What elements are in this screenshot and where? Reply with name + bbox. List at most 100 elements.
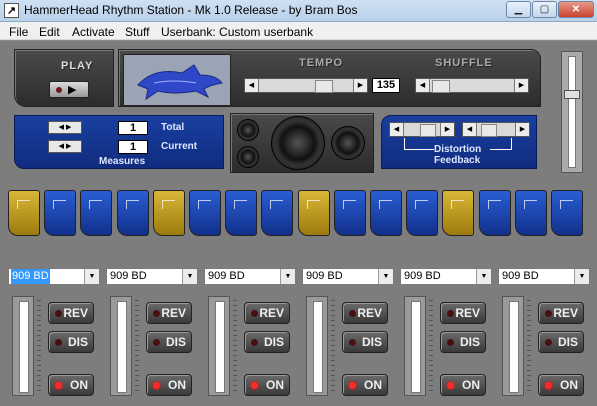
total-value[interactable]: 1 bbox=[118, 121, 148, 135]
dis-button[interactable]: DIS bbox=[538, 331, 584, 353]
step-pad[interactable] bbox=[370, 190, 402, 236]
rev-button[interactable]: REV bbox=[146, 302, 192, 324]
on-button[interactable]: ON bbox=[146, 374, 192, 396]
step-pad[interactable] bbox=[442, 190, 475, 236]
rev-button[interactable]: REV bbox=[440, 302, 486, 324]
menu-userbank[interactable]: Userbank: Custom userbank bbox=[161, 25, 313, 39]
sample-select[interactable]: 909 BD ▼ bbox=[8, 268, 100, 285]
distortion-left-icon[interactable]: ◀ bbox=[390, 123, 404, 136]
channel-volume-fader[interactable] bbox=[502, 296, 524, 396]
chevron-down-icon[interactable]: ▼ bbox=[182, 269, 197, 284]
channel-volume-fader[interactable] bbox=[110, 296, 132, 396]
pad-mark-icon bbox=[560, 200, 573, 209]
master-fader-thumb[interactable] bbox=[564, 90, 580, 99]
channel-volume-fader[interactable] bbox=[12, 296, 34, 396]
step-pad[interactable] bbox=[44, 190, 77, 236]
rev-button[interactable]: REV bbox=[48, 302, 94, 324]
step-pad[interactable] bbox=[8, 190, 40, 236]
dis-button[interactable]: DIS bbox=[48, 331, 94, 353]
play-button[interactable]: ▶ bbox=[49, 81, 89, 98]
step-pad[interactable] bbox=[189, 190, 221, 236]
hammerhead-app-icon[interactable]: ↗ bbox=[4, 3, 19, 18]
channel-volume-fader[interactable] bbox=[306, 296, 328, 396]
menu-file[interactable]: File bbox=[9, 25, 28, 39]
menu-stuff[interactable]: Stuff bbox=[125, 25, 149, 39]
minimize-icon[interactable]: ▁ bbox=[506, 1, 531, 18]
fader-track bbox=[117, 301, 127, 393]
sample-select[interactable]: 909 BD ▼ bbox=[400, 268, 492, 285]
feedback-left-icon[interactable]: ◀ bbox=[463, 123, 477, 136]
maximize-icon[interactable]: ▢ bbox=[532, 1, 557, 18]
rev-button[interactable]: REV bbox=[342, 302, 388, 324]
current-value[interactable]: 1 bbox=[118, 140, 148, 154]
chevron-down-icon[interactable]: ▼ bbox=[476, 269, 491, 284]
menu-edit[interactable]: Edit bbox=[39, 25, 60, 39]
shuffle-slider[interactable]: ◀ ▶ bbox=[415, 78, 529, 93]
close-icon[interactable]: ✕ bbox=[558, 1, 594, 18]
rev-led-icon bbox=[545, 310, 552, 317]
pad-mark-icon bbox=[161, 200, 175, 209]
master-volume-fader[interactable] bbox=[561, 51, 583, 173]
total-stepper[interactable]: ◀ ▶ bbox=[48, 121, 82, 134]
tempo-right-icon[interactable]: ▶ bbox=[353, 79, 367, 92]
distortion-slider[interactable]: ◀ ▶ bbox=[389, 122, 455, 137]
step-pad[interactable] bbox=[406, 190, 439, 236]
chevron-down-icon[interactable]: ▼ bbox=[574, 269, 589, 284]
distortion-right-icon[interactable]: ▶ bbox=[440, 123, 454, 136]
sample-select[interactable]: 909 BD ▼ bbox=[302, 268, 394, 285]
on-button[interactable]: ON bbox=[244, 374, 290, 396]
fader-track bbox=[411, 301, 421, 393]
current-stepper[interactable]: ◀ ▶ bbox=[48, 140, 82, 153]
tempo-left-icon[interactable]: ◀ bbox=[245, 79, 259, 92]
chevron-down-icon[interactable]: ▼ bbox=[280, 269, 295, 284]
dis-button[interactable]: DIS bbox=[440, 331, 486, 353]
chevron-down-icon[interactable]: ▼ bbox=[84, 269, 99, 284]
step-pad[interactable] bbox=[514, 190, 547, 236]
rev-button[interactable]: REV bbox=[244, 302, 290, 324]
chevron-down-icon[interactable]: ▼ bbox=[378, 269, 393, 284]
total-label: Total bbox=[161, 122, 185, 133]
dis-button[interactable]: DIS bbox=[342, 331, 388, 353]
on-button[interactable]: ON bbox=[48, 374, 94, 396]
shuffle-left-icon[interactable]: ◀ bbox=[416, 79, 430, 92]
step-pad[interactable] bbox=[297, 190, 330, 236]
shuffle-right-icon[interactable]: ▶ bbox=[514, 79, 528, 92]
rev-button[interactable]: REV bbox=[538, 302, 584, 324]
channel-strip: 909 BD ▼ REV DIS ON bbox=[498, 266, 594, 406]
sample-select[interactable]: 909 BD ▼ bbox=[204, 268, 296, 285]
feedback-right-icon[interactable]: ▶ bbox=[515, 123, 529, 136]
feedback-slider[interactable]: ◀ ▶ bbox=[462, 122, 530, 137]
rev-label: REV bbox=[553, 306, 578, 320]
sample-select[interactable]: 909 BD ▼ bbox=[498, 268, 590, 285]
on-button[interactable]: ON bbox=[342, 374, 388, 396]
tempo-slider[interactable]: ◀ ▶ bbox=[244, 78, 368, 93]
step-pad[interactable] bbox=[152, 190, 185, 236]
title-bar[interactable]: ↗ HammerHead Rhythm Station - Mk 1.0 Rel… bbox=[0, 0, 597, 22]
step-pad[interactable] bbox=[225, 190, 258, 236]
step-pad[interactable] bbox=[80, 190, 113, 236]
dis-button[interactable]: DIS bbox=[146, 331, 192, 353]
play-led-icon bbox=[56, 87, 62, 93]
sample-select[interactable]: 909 BD ▼ bbox=[106, 268, 198, 285]
on-button[interactable]: ON bbox=[440, 374, 486, 396]
tempo-thumb[interactable] bbox=[315, 80, 333, 93]
menu-activate[interactable]: Activate bbox=[72, 25, 115, 39]
distortion-label: Distortion bbox=[434, 144, 482, 155]
on-button[interactable]: ON bbox=[538, 374, 584, 396]
channel-volume-fader[interactable] bbox=[404, 296, 426, 396]
step-pad[interactable] bbox=[551, 190, 583, 236]
dis-button[interactable]: DIS bbox=[244, 331, 290, 353]
speaker-large-icon bbox=[271, 116, 325, 170]
tempo-value[interactable]: 135 bbox=[372, 78, 400, 93]
dis-led-icon bbox=[349, 339, 356, 346]
shuffle-thumb[interactable] bbox=[432, 80, 450, 93]
step-pad[interactable] bbox=[116, 190, 149, 236]
step-pad[interactable] bbox=[478, 190, 511, 236]
step-pad[interactable] bbox=[333, 190, 366, 236]
dis-led-icon bbox=[545, 339, 552, 346]
feedback-thumb[interactable] bbox=[481, 124, 497, 137]
step-pad[interactable] bbox=[261, 190, 294, 236]
channel-volume-fader[interactable] bbox=[208, 296, 230, 396]
distortion-thumb[interactable] bbox=[420, 124, 436, 137]
on-led-icon bbox=[55, 382, 62, 389]
